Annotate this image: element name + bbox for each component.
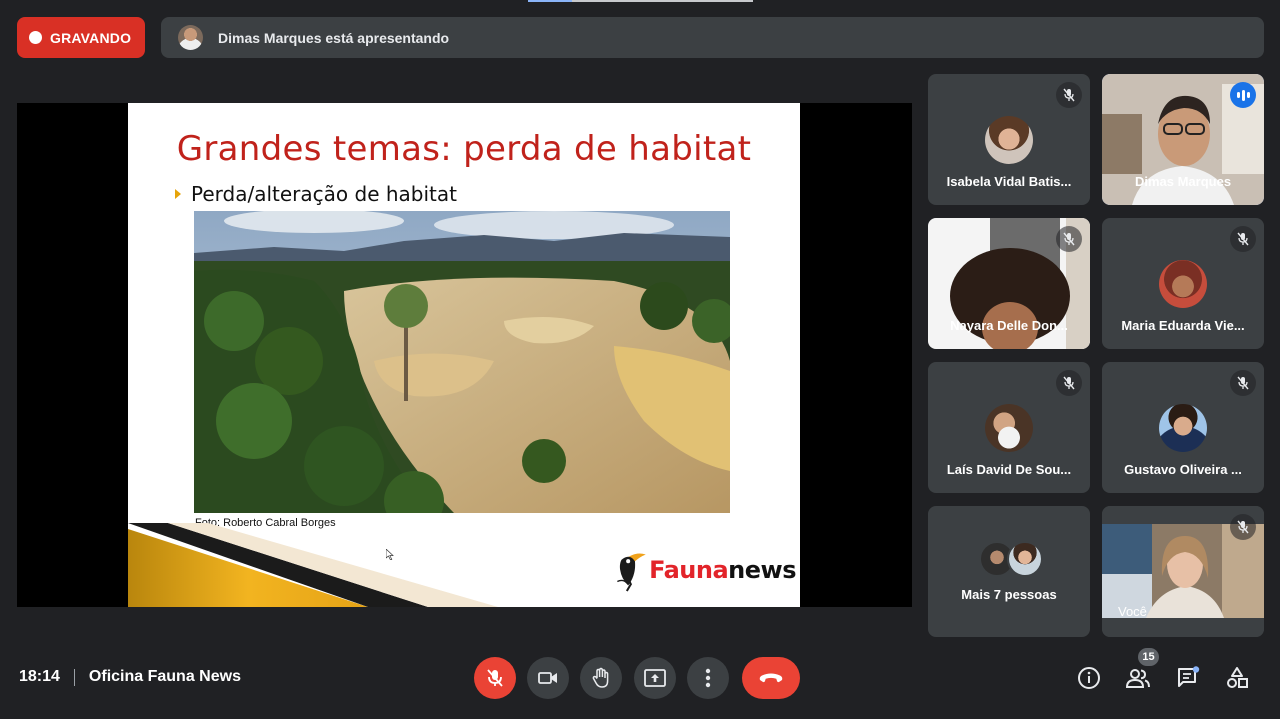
avatar (1159, 404, 1207, 452)
participant-name: Isabela Vidal Batis... (946, 174, 1072, 189)
participant-tile[interactable]: Nayara Delle Don... (928, 218, 1090, 349)
mic-off-icon (1230, 370, 1256, 396)
mic-off-icon (1230, 226, 1256, 252)
current-time: 18:14 (19, 668, 60, 685)
participant-name: Maria Eduarda Vie... (1121, 318, 1245, 333)
presentation-slide: Grandes temas: perda de habitat Perda/al… (128, 103, 800, 607)
leave-call-button[interactable] (742, 657, 800, 699)
participant-tile[interactable]: Laís David De Sou... (928, 362, 1090, 493)
participant-name: Gustavo Oliveira ... (1124, 462, 1242, 477)
slide-bullet: Perda/alteração de habitat (175, 182, 457, 206)
participant-name: Nayara Delle Don... (950, 318, 1068, 333)
raise-hand-button[interactable] (580, 657, 622, 699)
participant-name: Laís David De Sou... (946, 462, 1072, 477)
mic-off-icon (1230, 514, 1256, 540)
present-screen-button[interactable] (634, 657, 676, 699)
meeting-info-button[interactable] (1075, 664, 1103, 692)
more-participants-tile[interactable]: Mais 7 pessoas (928, 506, 1090, 637)
participant-tile[interactable]: Gustavo Oliveira ... (1102, 362, 1264, 493)
presenting-banner: Dimas Marques está apresentando (161, 17, 1264, 58)
self-view-tile[interactable]: Você (1102, 506, 1264, 637)
record-dot-icon (29, 31, 42, 44)
fauna-news-logo: Faunanews (616, 537, 796, 603)
divider (73, 668, 75, 686)
toucan-logo-icon (617, 553, 646, 592)
meeting-name: Oficina Fauna News (88, 668, 241, 685)
avatar-stack (979, 541, 1043, 577)
present-screen-icon (644, 669, 666, 687)
activities-icon (1227, 667, 1248, 688)
more-options-icon (705, 668, 711, 688)
mic-off-icon (1056, 370, 1082, 396)
recording-indicator[interactable]: GRAVANDO (17, 17, 145, 58)
toggle-camera-button[interactable] (527, 657, 569, 699)
more-options-button[interactable] (687, 657, 729, 699)
avatar (985, 116, 1033, 164)
activities-button[interactable] (1223, 664, 1251, 692)
recording-label: GRAVANDO (50, 29, 132, 46)
chat-button[interactable] (1174, 664, 1202, 692)
avatar (1007, 541, 1043, 577)
speaking-indicator-icon (1230, 82, 1256, 108)
mic-off-icon (1056, 226, 1082, 252)
raise-hand-icon (592, 667, 609, 688)
avatar (985, 404, 1033, 452)
participant-name: Dimas Marques (1134, 174, 1232, 189)
deforestation-photo (194, 211, 730, 513)
toggle-mic-button[interactable] (474, 657, 516, 699)
people-icon (1125, 669, 1150, 688)
slide-bullet-text: Perda/alteração de habitat (191, 182, 457, 206)
bullet-arrow-icon (175, 189, 181, 199)
show-people-button[interactable] (1124, 664, 1152, 692)
meeting-details: 18:14 Oficina Fauna News (19, 668, 241, 686)
mouse-cursor-icon (386, 549, 394, 560)
avatar (1159, 260, 1207, 308)
self-name: Você (1118, 604, 1147, 619)
info-icon (1078, 667, 1100, 689)
mic-off-icon (487, 669, 503, 687)
participant-tile[interactable]: Maria Eduarda Vie... (1102, 218, 1264, 349)
hang-up-icon (759, 673, 783, 683)
camera-icon (538, 672, 557, 684)
mic-off-icon (1056, 82, 1082, 108)
presentation-stage: Grandes temas: perda de habitat Perda/al… (17, 103, 912, 607)
presenter-avatar (178, 25, 203, 50)
presenting-text: Dimas Marques está apresentando (218, 29, 450, 46)
logo-fauna-text: Fauna (649, 556, 729, 584)
more-participants-label: Mais 7 pessoas (961, 587, 1057, 602)
chat-icon (1178, 666, 1200, 687)
slide-title: Grandes temas: perda de habitat (176, 129, 752, 169)
participant-tile[interactable]: Isabela Vidal Batis... (928, 74, 1090, 205)
logo-news-text: news (728, 556, 796, 584)
top-accent-bar (528, 0, 753, 2)
participant-tile-speaking[interactable]: Dimas Marques (1102, 74, 1264, 205)
